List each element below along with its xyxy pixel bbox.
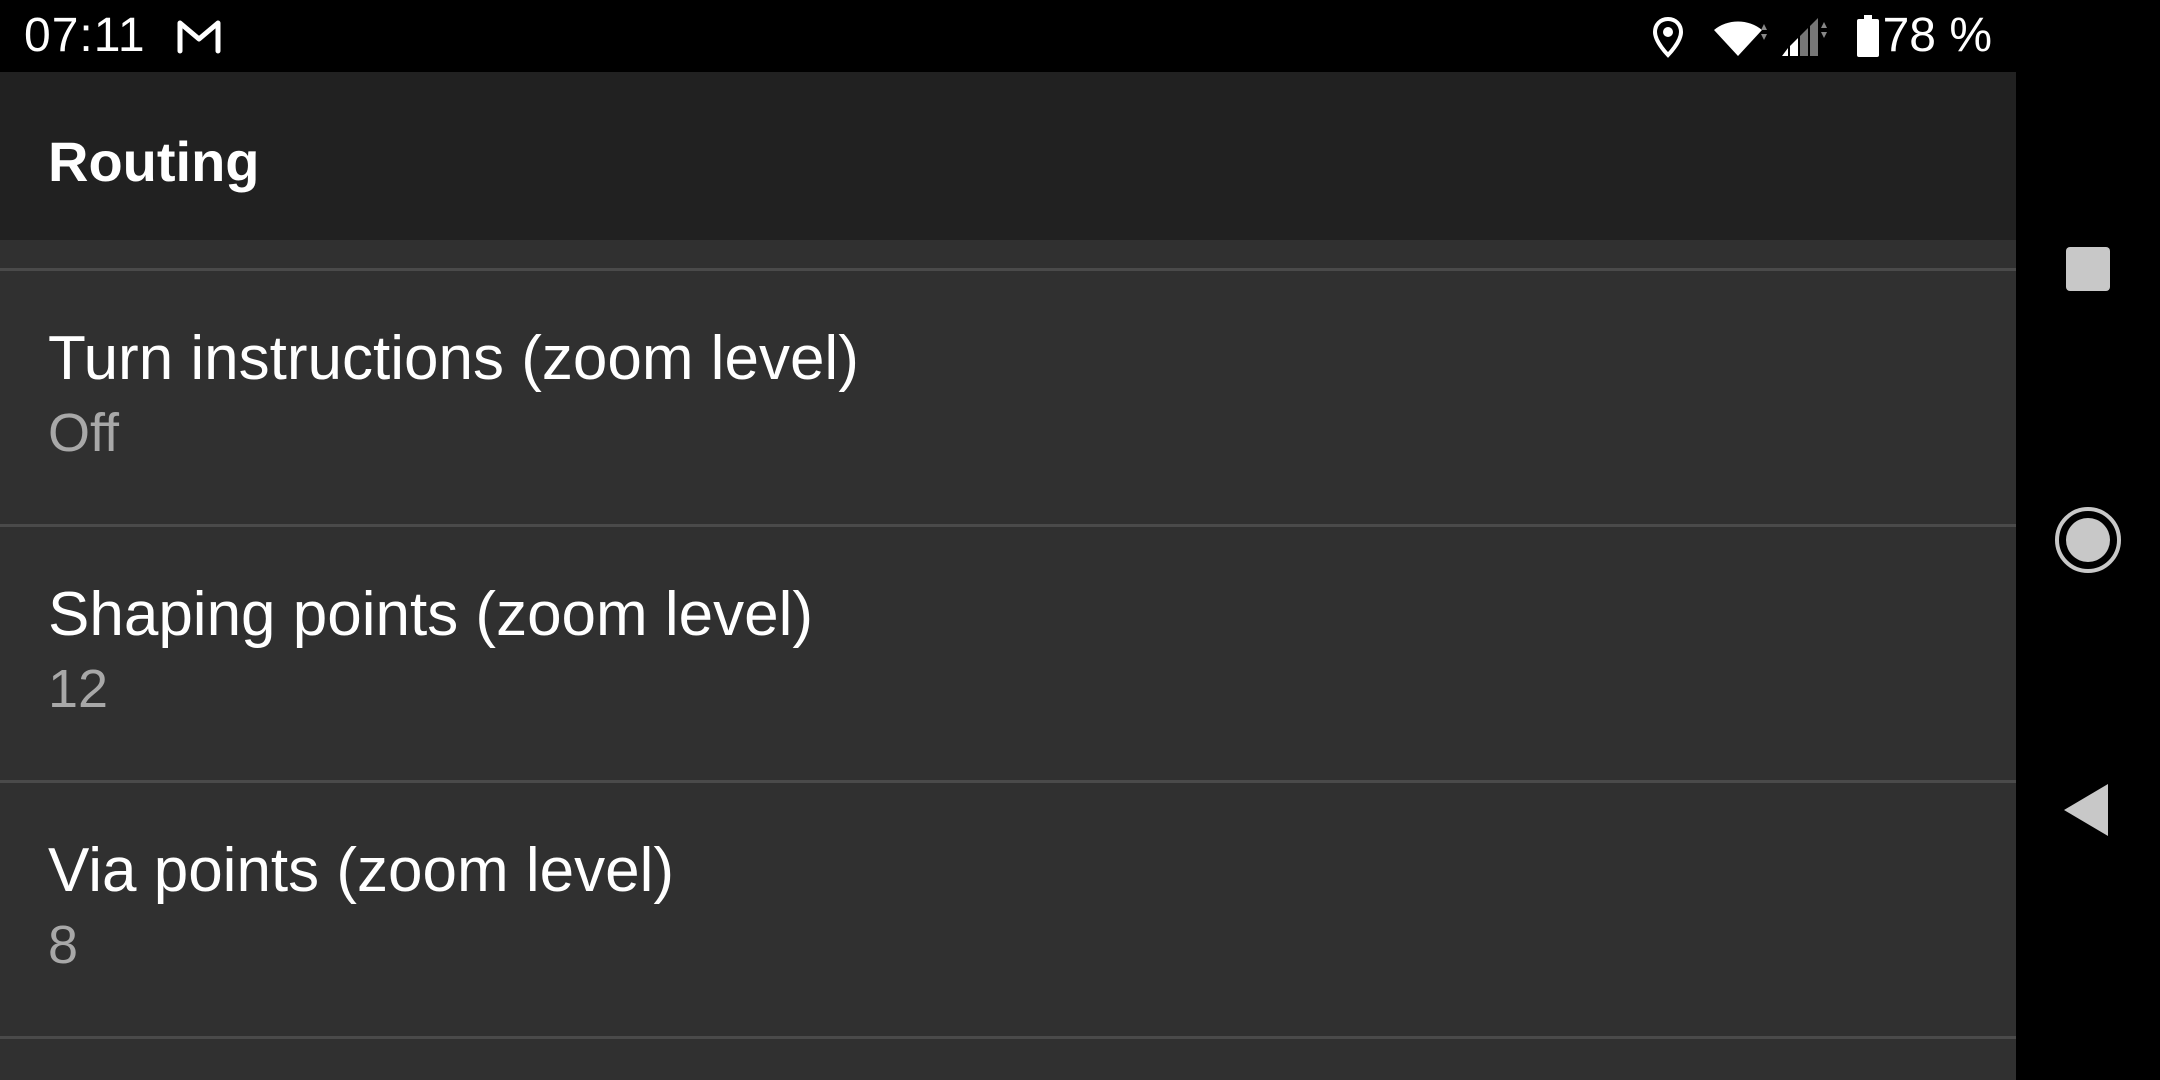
gmail-icon xyxy=(177,20,221,54)
pref-title: Shaping points (zoom level) xyxy=(48,580,814,649)
pref-summary: 8 xyxy=(48,915,79,975)
pref-turn-instructions[interactable]: Turn instructions (zoom level) Off xyxy=(0,271,2016,524)
screen: 07:11 78 % Routing Turn instructions (zo… xyxy=(0,0,2160,1080)
location-icon xyxy=(1652,16,1684,58)
list-divider xyxy=(0,1036,2016,1039)
status-bar: 07:11 78 % xyxy=(0,0,2016,72)
pref-title: Via points (zoom level) xyxy=(48,836,675,905)
pref-summary: 12 xyxy=(48,659,109,719)
recents-button[interactable] xyxy=(2016,197,2160,341)
back-button[interactable] xyxy=(2016,738,2160,882)
pref-via-points[interactable]: Via points (zoom level) 8 xyxy=(0,783,2016,1036)
battery-percentage: 78 % xyxy=(1882,9,1992,62)
cell-signal-icon xyxy=(1782,18,1827,56)
pref-summary: Off xyxy=(48,403,120,463)
home-icon xyxy=(2055,507,2121,573)
home-button[interactable] xyxy=(2016,468,2160,612)
battery-icon xyxy=(1857,15,1879,57)
pref-title: Turn instructions (zoom level) xyxy=(48,324,859,393)
pref-shaping-points[interactable]: Shaping points (zoom level) 12 xyxy=(0,527,2016,780)
wifi-icon xyxy=(1714,21,1767,57)
page-title: Routing xyxy=(48,130,260,193)
navigation-bar xyxy=(2016,0,2160,1080)
preferences-list[interactable]: Turn instructions (zoom level) Off Shapi… xyxy=(0,240,2016,1080)
back-icon xyxy=(2064,784,2108,836)
recents-icon xyxy=(2066,247,2110,291)
status-time: 07:11 xyxy=(24,9,146,62)
toolbar: Routing xyxy=(0,72,2016,240)
app-window: 07:11 78 % Routing Turn instructions (zo… xyxy=(0,0,2016,1080)
